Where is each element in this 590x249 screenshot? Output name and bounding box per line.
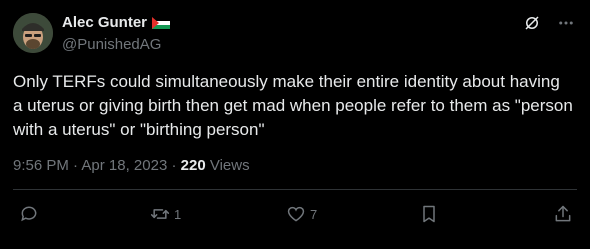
avatar[interactable] — [13, 13, 53, 53]
meta-separator: · — [167, 157, 181, 174]
more-dots-icon — [559, 21, 573, 25]
divider — [13, 189, 577, 190]
tweet-date[interactable]: Apr 18, 2023 — [81, 157, 167, 174]
retweet-button[interactable]: 1 — [150, 204, 181, 224]
grok-icon[interactable] — [522, 13, 542, 33]
author-name-row: Alec Gunter — [62, 13, 171, 32]
meta-separator: · — [68, 157, 82, 174]
views-label: Views — [205, 157, 250, 174]
reply-icon — [21, 206, 37, 222]
bookmark-icon — [423, 205, 435, 223]
views-count: 220 — [180, 157, 206, 174]
retweet-icon — [150, 209, 170, 219]
like-count: 7 — [310, 206, 318, 222]
author-handle[interactable]: @PunishedAG — [62, 35, 161, 54]
heart-icon — [287, 206, 305, 222]
tweet-text: Only TERFs could simultaneously make the… — [13, 72, 573, 139]
share-button[interactable] — [553, 204, 577, 224]
like-button[interactable]: 7 — [286, 204, 317, 224]
grok-icon-glyph — [525, 16, 539, 30]
tweet-time[interactable]: 9:56 PM — [13, 157, 69, 174]
avatar-image — [13, 13, 53, 53]
top-actions — [522, 13, 576, 33]
more-options-icon[interactable] — [556, 13, 576, 33]
reply-button[interactable] — [19, 204, 43, 224]
retweet-count: 1 — [174, 206, 182, 222]
tweet-meta: 9:56 PM · Apr 18, 2023 · 220 Views — [13, 156, 250, 176]
palestine-flag-icon — [152, 16, 171, 29]
author-display-name[interactable]: Alec Gunter — [62, 13, 147, 32]
share-icon — [555, 205, 571, 222]
action-bar: 1 7 — [0, 204, 590, 228]
bookmark-button[interactable] — [419, 204, 443, 224]
